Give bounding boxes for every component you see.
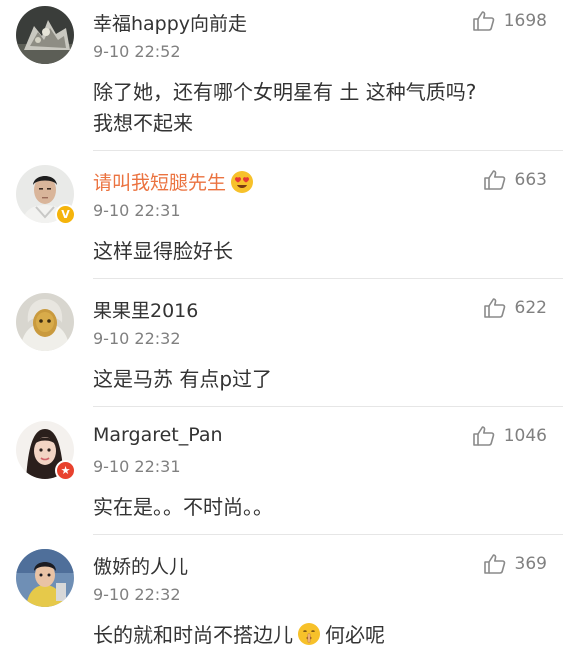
comment-item: 傲娇的人儿 9-10 22:32 长的就和时尚不搭边儿 何必呢 369 <box>0 536 563 657</box>
comment-item: V 请叫我短腿先生 9-10 22:31 这样显得脸好长 663 <box>0 152 563 280</box>
username-text: 请叫我短腿先生 <box>93 172 227 194</box>
timestamp: 9-10 22:32 <box>93 329 181 348</box>
avatar-image <box>16 6 74 64</box>
comment-text: 长的就和时尚不搭边儿 何必呢 <box>93 620 543 651</box>
username[interactable]: Margaret_Pan <box>93 424 223 446</box>
avatar-image <box>16 293 74 351</box>
like-count: 1046 <box>503 426 547 446</box>
comment-text-line: 除了她，还有哪个女明星有 土 这种气质吗? <box>93 80 477 104</box>
timestamp: 9-10 22:32 <box>93 585 181 604</box>
comment-text: 实在是。。不时尚。。 <box>93 492 543 523</box>
thumbs-up-icon <box>483 298 505 318</box>
thumbs-up-icon <box>472 11 495 31</box>
like-button[interactable]: 1698 <box>472 9 547 33</box>
comment-item: 幸福happy向前走 9-10 22:52 除了她，还有哪个女明星有 土 这种气… <box>0 0 563 135</box>
username[interactable]: 幸福happy向前走 <box>93 9 247 36</box>
shush-emoji <box>298 623 320 645</box>
comment-text-line: 这样显得脸好长 <box>93 239 233 263</box>
thumbs-up-icon <box>483 170 505 190</box>
vip-badge: V <box>55 204 76 225</box>
divider <box>93 278 563 279</box>
username[interactable]: 请叫我短腿先生 <box>93 168 254 195</box>
timestamp: 9-10 22:31 <box>93 201 181 220</box>
divider <box>93 406 563 407</box>
like-count: 369 <box>514 554 547 574</box>
comment-text: 除了她，还有哪个女明星有 土 这种气质吗? 我想不起来 <box>93 77 543 139</box>
avatar[interactable] <box>16 549 74 607</box>
like-button[interactable]: 622 <box>483 296 547 320</box>
heart-eyes-emoji <box>231 170 254 193</box>
comment-text-part: 何必呢 <box>325 623 385 647</box>
comment-text-line: 长的就和时尚不搭边儿 何必呢 <box>93 620 543 651</box>
thumbs-up-icon <box>472 426 495 446</box>
comment-item: 果果里2016 9-10 22:32 这是马苏 有点p过了 622 <box>0 280 563 408</box>
timestamp: 9-10 22:31 <box>93 457 181 476</box>
like-count: 663 <box>514 170 547 190</box>
comment-text: 这是马苏 有点p过了 <box>93 364 543 395</box>
avatar[interactable]: ★ <box>16 421 76 481</box>
avatar[interactable] <box>16 293 74 351</box>
timestamp: 9-10 22:52 <box>93 42 181 61</box>
like-count: 1698 <box>503 11 547 31</box>
like-button[interactable]: 663 <box>483 168 547 192</box>
username[interactable]: 傲娇的人儿 <box>93 552 188 579</box>
avatar[interactable] <box>16 6 74 64</box>
comment-item: ★ Margaret_Pan 9-10 22:31 实在是。。不时尚。。 104… <box>0 408 563 536</box>
avatar-image <box>16 549 74 607</box>
comment-text-line: 实在是。。不时尚。。 <box>93 495 273 519</box>
comment-text-line: 这是马苏 有点p过了 <box>93 367 273 391</box>
username[interactable]: 果果里2016 <box>93 296 198 323</box>
thumbs-up-icon <box>483 554 505 574</box>
comment-list: 幸福happy向前走 9-10 22:52 除了她，还有哪个女明星有 土 这种气… <box>0 0 563 657</box>
like-button[interactable]: 369 <box>483 552 547 576</box>
comment-text-part: 长的就和时尚不搭边儿 <box>93 623 293 647</box>
avatar[interactable]: V <box>16 165 76 225</box>
comment-text: 这样显得脸好长 <box>93 236 543 267</box>
divider <box>93 534 563 535</box>
comment-text-line: 我想不起来 <box>93 111 193 135</box>
like-count: 622 <box>514 298 547 318</box>
like-button[interactable]: 1046 <box>472 424 547 448</box>
divider <box>93 150 563 151</box>
star-badge: ★ <box>55 460 76 481</box>
